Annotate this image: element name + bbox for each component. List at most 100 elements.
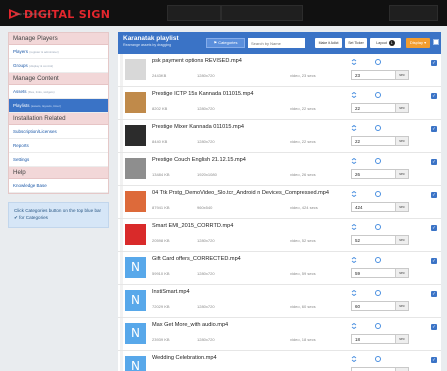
row-checkbox[interactable]: ✓ (431, 324, 437, 330)
sidebar-item-players[interactable]: Players (register & administer) (9, 45, 108, 59)
asset-thumbnail (125, 158, 146, 179)
asset-res: 1280x720 (197, 304, 215, 309)
schedule-icon[interactable] (375, 323, 381, 329)
duration-field[interactable]: 60 sec (351, 301, 409, 311)
duration-field[interactable]: 52 sec (351, 235, 409, 245)
duration-field[interactable]: sec (351, 367, 409, 371)
asset-type: video, 22 secs (290, 139, 316, 144)
duration-value: 59 (355, 271, 361, 276)
drag-handle[interactable] (120, 87, 123, 119)
row-checkbox[interactable]: ✓ (431, 126, 437, 132)
sidebar-item-playlists[interactable]: Playlists (assets, layouts, timer) (9, 99, 108, 113)
sidebar-item-assets[interactable]: Assets (files, links, widgets) (9, 85, 108, 99)
asset-placeholder-icon: N (125, 290, 146, 311)
sidebar-item-reports[interactable]: Reports (9, 139, 108, 153)
layout-button[interactable]: Layout 1 (370, 38, 401, 48)
row-checkbox[interactable]: ✓ (431, 357, 437, 363)
drag-handle[interactable] (120, 120, 123, 152)
transition-icon[interactable] (351, 355, 357, 363)
playlist-row[interactable]: psk payment options REVISED.mp4 2443KB 128… (118, 54, 441, 87)
row-checkbox[interactable]: ✓ (431, 60, 437, 66)
set-ticker-button[interactable]: Set Ticker (345, 38, 367, 48)
duration-field[interactable]: 22 sec (351, 103, 409, 113)
playlist-row[interactable]: Prestige Mixer Kannada 011015.mp4 8440 KB… (118, 120, 441, 153)
duration-value: 22 (355, 106, 361, 111)
duration-field[interactable]: 26 sec (351, 169, 409, 179)
duration-value: 60 (355, 304, 361, 309)
schedule-icon[interactable] (375, 191, 381, 197)
drag-handle[interactable] (120, 153, 123, 185)
asset-res: 1920x1080 (197, 172, 217, 177)
schedule-icon[interactable] (375, 158, 381, 164)
sidebar-item-label: Playlists (13, 103, 30, 108)
asset-type: video, 59 secs (290, 271, 316, 276)
duration-field[interactable]: 22 sec (351, 136, 409, 146)
sidebar-item-groups[interactable]: Groups (display & control) (9, 59, 108, 73)
schedule-icon[interactable] (375, 125, 381, 131)
drag-handle[interactable] (120, 252, 123, 284)
sidebar-item-knowledge-base[interactable]: Knowledge Base (9, 179, 108, 193)
schedule-icon[interactable] (375, 224, 381, 230)
asset-res: 960x540 (197, 205, 213, 210)
playlist-row[interactable]: N Max Get More_with audio.mp4 23939 KB 1280… (118, 318, 441, 351)
asset-res: 1280x720 (197, 139, 215, 144)
row-checkbox[interactable]: ✓ (431, 93, 437, 99)
drag-handle[interactable] (120, 219, 123, 251)
top-nav-box[interactable] (221, 5, 303, 21)
playlist-row[interactable]: Smart EMI_2015_CORRTD.mp4 20598 KB 1280x72… (118, 219, 441, 252)
duration-field[interactable]: 18 sec (351, 334, 409, 344)
sidebar-item-settings[interactable]: Settings (9, 153, 108, 167)
transition-icon[interactable] (351, 256, 357, 264)
schedule-icon[interactable] (375, 257, 381, 263)
duration-field[interactable]: 59 sec (351, 268, 409, 278)
transition-icon[interactable] (351, 157, 357, 165)
drag-handle[interactable] (120, 285, 123, 317)
row-checkbox[interactable]: ✓ (431, 291, 437, 297)
sidebar: Manage Players Players (register & admin… (8, 32, 109, 228)
transition-icon[interactable] (351, 58, 357, 66)
asset-name: Gift Card offers_CORRECTED.mp4 (152, 256, 241, 262)
sidebar-menu: Manage Players Players (register & admin… (8, 32, 109, 194)
sidebar-item-subscription[interactable]: Subscription/Licenses (9, 125, 108, 139)
user-menu-box[interactable] (389, 5, 438, 21)
playlist-row[interactable]: N InstiSmart.mp4 72029 KB 1280x720 video, 60… (118, 285, 441, 318)
transition-icon[interactable] (351, 91, 357, 99)
drag-handle[interactable] (120, 318, 123, 350)
playlist-row[interactable]: N Gift Card offers_CORRECTED.mp4 59910 KB 1… (118, 252, 441, 285)
duration-unit: sec (395, 104, 408, 112)
search-input[interactable] (248, 38, 305, 48)
asset-type: video, 18 secs (290, 337, 316, 342)
row-checkbox[interactable]: ✓ (431, 159, 437, 165)
transition-icon[interactable] (351, 190, 357, 198)
section-manage-content: Manage Content (9, 73, 108, 85)
duration-field[interactable]: 424 sec (351, 202, 409, 212)
playlist-row[interactable]: Prestige ICTP 15s Kannada 011015.mp4 8202… (118, 87, 441, 120)
duration-value: 18 (355, 337, 361, 342)
playlist-row[interactable]: 04 Ttk Prstg_DemoVideo_Slo.tcr_Android n… (118, 186, 441, 219)
transition-icon[interactable] (351, 124, 357, 132)
schedule-icon[interactable] (375, 356, 381, 362)
categories-button[interactable]: ⚑ Categories (206, 38, 245, 48)
drag-handle[interactable] (120, 54, 123, 86)
schedule-icon[interactable] (375, 92, 381, 98)
drag-handle[interactable] (120, 351, 123, 371)
transition-icon[interactable] (351, 223, 357, 231)
schedule-icon[interactable] (375, 290, 381, 296)
select-all-checkbox[interactable] (433, 39, 439, 45)
playlist-row[interactable]: NWedding Celebration.mp41280x720sec✓ (118, 351, 441, 371)
section-installation: Installation Related (9, 113, 108, 125)
row-checkbox[interactable]: ✓ (431, 192, 437, 198)
display-dropdown-button[interactable]: Display ▾ (406, 38, 430, 48)
duration-field[interactable]: 23 sec (351, 70, 409, 80)
schedule-icon[interactable] (375, 59, 381, 65)
row-checkbox[interactable]: ✓ (431, 258, 437, 264)
top-nav-box[interactable] (167, 5, 221, 21)
playlist-row[interactable]: Prestige Couch English 21.12.15.mp4 13484… (118, 153, 441, 186)
drag-handle[interactable] (120, 186, 123, 218)
asset-res: 1280x720 (197, 337, 215, 342)
transition-icon[interactable] (351, 289, 357, 297)
transition-icon[interactable] (351, 322, 357, 330)
make-adict-button[interactable]: Make it Adict (315, 38, 342, 48)
duration-value: 23 (355, 73, 361, 78)
row-checkbox[interactable]: ✓ (431, 225, 437, 231)
